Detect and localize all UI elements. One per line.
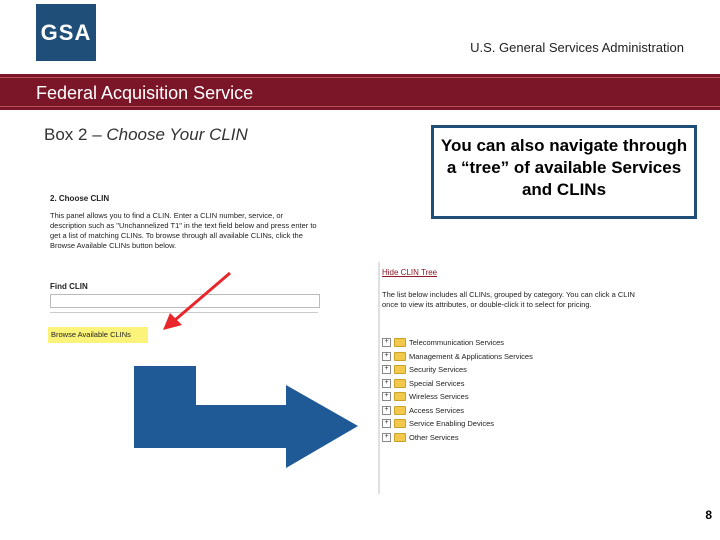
pointer-arrow-line: [174, 271, 231, 322]
slide-graphics: [134, 271, 358, 468]
navigate-arrow-icon: [134, 366, 358, 468]
page-number: 8: [705, 508, 712, 522]
